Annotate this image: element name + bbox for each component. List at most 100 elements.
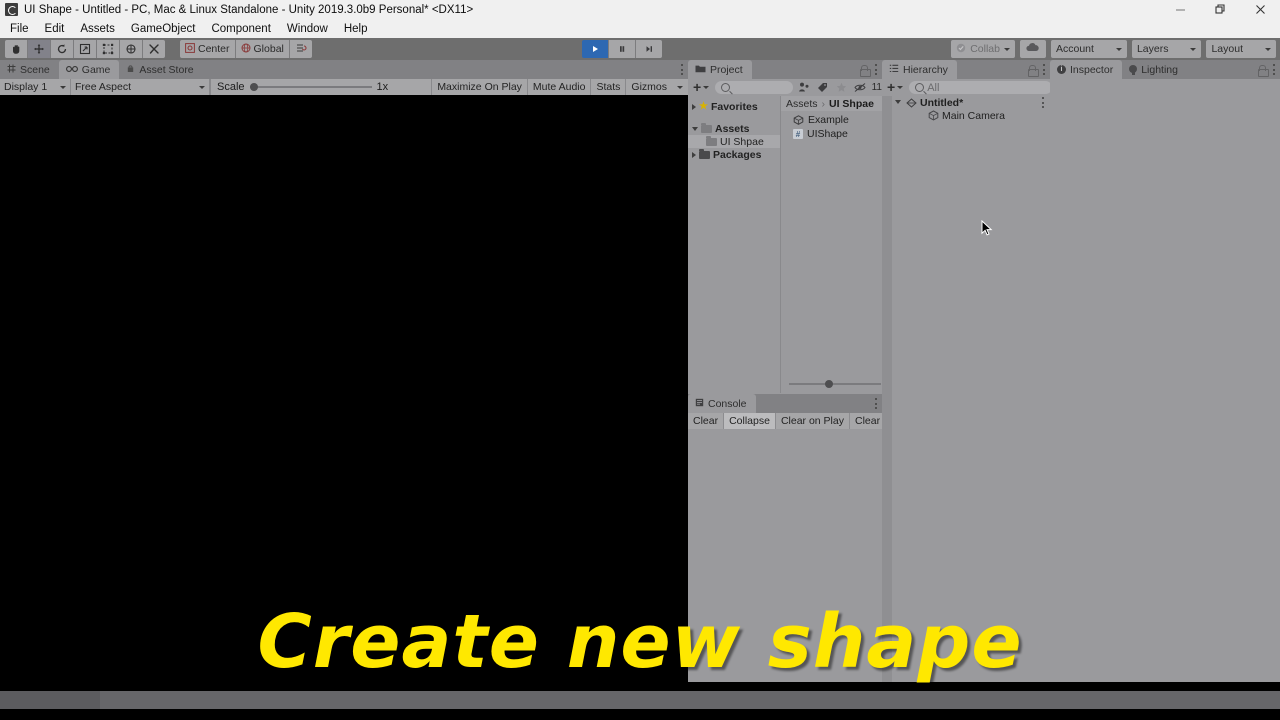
move-tool[interactable] xyxy=(28,40,51,58)
chevron-right-icon[interactable] xyxy=(692,103,696,110)
hierarchy-item-untitled-scene[interactable]: Untitled* xyxy=(882,96,1050,109)
status-bar-inner[interactable] xyxy=(0,691,1280,709)
space-button[interactable]: Global xyxy=(235,40,290,58)
breadcrumb-root[interactable]: Assets xyxy=(786,98,818,110)
kebab-menu-icon[interactable] xyxy=(875,64,878,75)
tree-item-packages[interactable]: Packages xyxy=(688,148,780,161)
tab-game[interactable]: Game xyxy=(58,60,120,79)
transform-tool[interactable] xyxy=(120,40,143,58)
aspect-dropdown[interactable]: Free Aspect xyxy=(71,79,210,95)
scale-control[interactable]: Scale 1x xyxy=(210,79,394,95)
collapse-button[interactable]: Collapse xyxy=(724,413,776,429)
tab-project[interactable]: Project xyxy=(688,60,752,79)
hierarchy-item-main-camera-label: Main Camera xyxy=(942,109,1006,122)
display-dropdown[interactable]: Display 1 xyxy=(0,79,71,95)
label-filter-icon[interactable] xyxy=(815,80,831,95)
globe-icon xyxy=(241,43,251,56)
tab-inspector[interactable]: i Inspector xyxy=(1050,60,1123,79)
scale-slider-knob[interactable] xyxy=(249,83,258,91)
scale-slider[interactable] xyxy=(249,80,372,94)
editor-body: Center Global Collab Account Layers Layo… xyxy=(0,38,1280,720)
kebab-menu-icon[interactable] xyxy=(1273,64,1276,75)
asset-item-uishape[interactable]: # UIShape xyxy=(781,127,882,141)
restore-icon[interactable] xyxy=(1200,0,1240,19)
hierarchy-item-untitled-label: Untitled* xyxy=(920,96,964,109)
chevron-right-icon[interactable] xyxy=(692,151,696,158)
game-view-toolbar: Display 1 Free Aspect Scale 1x Maximize … xyxy=(0,79,688,95)
menu-assets[interactable]: Assets xyxy=(72,19,123,38)
create-asset-button[interactable]: + xyxy=(690,80,712,95)
stats-button[interactable]: Stats xyxy=(590,79,625,95)
maximize-on-play-button[interactable]: Maximize On Play xyxy=(431,79,527,95)
kebab-menu-icon[interactable] xyxy=(1042,97,1045,108)
hierarchy-item-main-camera[interactable]: Main Camera xyxy=(882,109,1050,122)
step-button[interactable] xyxy=(636,40,662,58)
favorite-star-icon[interactable] xyxy=(834,80,850,95)
zoom-slider-knob[interactable] xyxy=(825,380,833,388)
folder-icon xyxy=(699,148,710,159)
lock-icon[interactable] xyxy=(1258,64,1269,77)
hand-tool[interactable] xyxy=(5,40,28,58)
hierarchy-tree: Untitled* Main Camera xyxy=(882,96,1050,720)
chevron-down-icon[interactable] xyxy=(895,100,901,104)
lock-icon[interactable] xyxy=(860,64,871,77)
mute-audio-button[interactable]: Mute Audio xyxy=(526,79,591,95)
chevron-down-icon[interactable] xyxy=(692,126,698,131)
hidden-packages-icon[interactable] xyxy=(853,80,869,95)
menu-window[interactable]: Window xyxy=(279,19,336,38)
lock-icon[interactable] xyxy=(1028,64,1039,77)
create-gameobject-button[interactable]: + xyxy=(884,80,906,95)
pause-button[interactable] xyxy=(609,40,636,58)
layers-button[interactable]: Layers xyxy=(1131,40,1202,58)
tab-lighting[interactable]: Lighting xyxy=(1122,60,1187,79)
cloud-button[interactable] xyxy=(1020,40,1046,58)
gizmos-button[interactable]: Gizmos xyxy=(625,79,688,95)
clear-button[interactable]: Clear xyxy=(688,413,725,429)
scene-icon xyxy=(7,64,16,76)
inspector-body[interactable] xyxy=(1050,79,1280,720)
layout-button[interactable]: Layout xyxy=(1206,40,1276,58)
clear-on-build-button[interactable]: Clear o xyxy=(850,413,882,429)
chevron-down-icon xyxy=(1190,47,1197,51)
tab-scene[interactable]: Scene xyxy=(0,60,59,79)
asset-item-example[interactable]: Example xyxy=(781,113,882,127)
rect-tool[interactable] xyxy=(97,40,120,58)
chevron-down-icon xyxy=(1265,47,1271,51)
pivot-button[interactable]: Center xyxy=(180,40,236,58)
menu-gameobject[interactable]: GameObject xyxy=(123,19,204,38)
breadcrumb-current: UI Shpae xyxy=(829,97,874,110)
kebab-menu-icon[interactable] xyxy=(681,64,684,75)
folder-icon xyxy=(706,135,717,146)
console-log-area[interactable] xyxy=(688,429,882,720)
tree-item-ui-shpae[interactable]: UI Shpae xyxy=(688,135,780,148)
wrench-icon[interactable] xyxy=(143,40,165,58)
asset-filter-icon[interactable] xyxy=(796,80,812,95)
menu-file[interactable]: File xyxy=(2,19,37,38)
console-toolbar: Clear Collapse Clear on Play Clear o xyxy=(688,413,882,429)
tree-item-favorites[interactable]: ★ Favorites xyxy=(688,100,780,113)
menu-component[interactable]: Component xyxy=(203,19,278,38)
game-view-tab-row: Scene Game Asset Store xyxy=(0,60,688,79)
kebab-menu-icon[interactable] xyxy=(1043,64,1046,75)
close-icon[interactable] xyxy=(1240,0,1280,19)
project-search-input[interactable] xyxy=(715,81,793,94)
collab-button[interactable]: Collab xyxy=(951,40,1015,58)
kebab-menu-icon[interactable] xyxy=(875,398,878,409)
gameobject-cube-icon xyxy=(928,110,939,121)
rotate-tool[interactable] xyxy=(51,40,74,58)
menu-help[interactable]: Help xyxy=(336,19,376,38)
snap-increment-icon[interactable] xyxy=(289,40,312,58)
tab-console[interactable]: Console xyxy=(688,394,756,413)
project-zoom-slider[interactable] xyxy=(789,379,881,389)
tree-item-assets[interactable]: Assets xyxy=(688,122,780,135)
account-button[interactable]: Account xyxy=(1051,40,1127,58)
play-button[interactable] xyxy=(582,40,609,58)
hierarchy-search-input[interactable]: All xyxy=(909,81,1052,94)
tab-hierarchy[interactable]: Hierarchy xyxy=(882,60,957,79)
scale-tool[interactable] xyxy=(74,40,97,58)
menu-edit[interactable]: Edit xyxy=(37,19,73,38)
minimize-icon[interactable] xyxy=(1160,0,1200,19)
tab-asset-store[interactable]: Asset Store xyxy=(119,60,203,79)
clear-on-play-button[interactable]: Clear on Play xyxy=(776,413,850,429)
game-view-canvas[interactable] xyxy=(0,95,688,720)
